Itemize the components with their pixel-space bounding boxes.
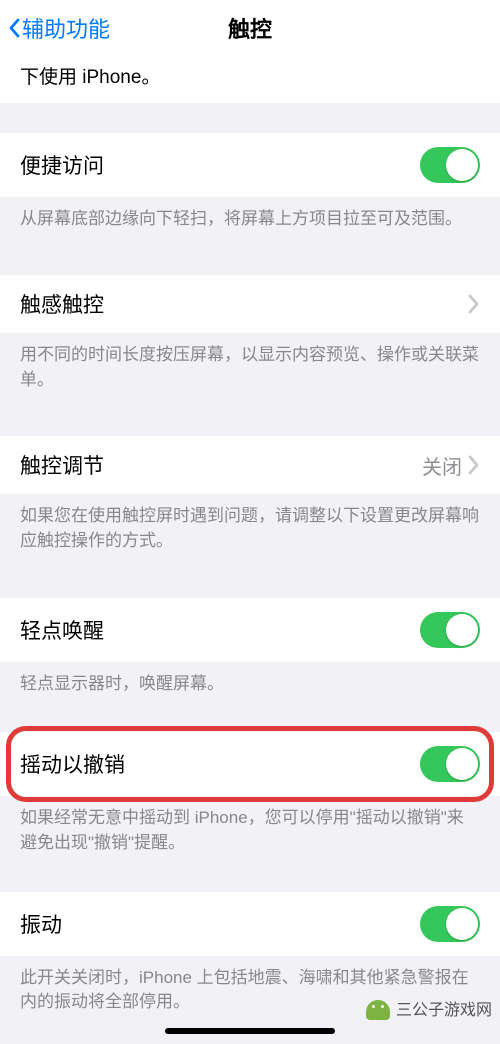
truncated-description: 下使用 iPhone。: [0, 56, 500, 103]
shake-to-undo-row[interactable]: 摇动以撤销: [0, 732, 500, 796]
chevron-right-icon: [468, 294, 480, 314]
shake-to-undo-switch[interactable]: [420, 746, 480, 782]
tap-to-wake-description: 轻点显示器时，唤醒屏幕。: [0, 662, 500, 711]
reachability-description: 从屏幕底部边缘向下轻扫，将屏幕上方项目拉至可及范围。: [0, 197, 500, 246]
tap-to-wake-switch[interactable]: [420, 612, 480, 648]
watermark-text: 三公子游戏网: [396, 996, 492, 1020]
touch-accommodations-label: 触控调节: [20, 450, 104, 480]
haptic-touch-description: 用不同的时间长度按压屏幕，以显示内容预览、操作或关联菜单。: [0, 333, 500, 406]
back-button[interactable]: 辅助功能: [0, 12, 110, 44]
reachability-switch[interactable]: [420, 147, 480, 183]
tap-to-wake-row[interactable]: 轻点唤醒: [0, 598, 500, 662]
chevron-left-icon: [8, 18, 20, 38]
home-indicator: [165, 1028, 335, 1034]
tap-to-wake-label: 轻点唤醒: [20, 615, 104, 645]
haptic-touch-row[interactable]: 触感触控: [0, 275, 500, 333]
haptic-touch-label: 触感触控: [20, 289, 104, 319]
shake-to-undo-description: 如果经常无意中摇动到 iPhone，您可以停用"摇动以撤销"来避免出现"撤销"提…: [0, 796, 500, 869]
touch-accommodations-row[interactable]: 触控调节 关闭: [0, 436, 500, 494]
vibration-row[interactable]: 振动: [0, 892, 500, 956]
reachability-label: 便捷访问: [20, 150, 104, 180]
watermark: 三公子游戏网: [366, 996, 492, 1020]
vibration-switch[interactable]: [420, 906, 480, 942]
touch-accommodations-description: 如果您在使用触控屏时遇到问题，请调整以下设置更改屏幕响应触控操作的方式。: [0, 494, 500, 567]
android-icon: [366, 996, 390, 1020]
shake-to-undo-label: 摇动以撤销: [20, 749, 125, 779]
back-label: 辅助功能: [22, 12, 110, 44]
chevron-right-icon: [468, 455, 480, 475]
nav-bar: 辅助功能 触控: [0, 0, 500, 56]
vibration-label: 振动: [20, 909, 62, 939]
reachability-row[interactable]: 便捷访问: [0, 133, 500, 197]
touch-accommodations-value: 关闭: [422, 451, 462, 480]
